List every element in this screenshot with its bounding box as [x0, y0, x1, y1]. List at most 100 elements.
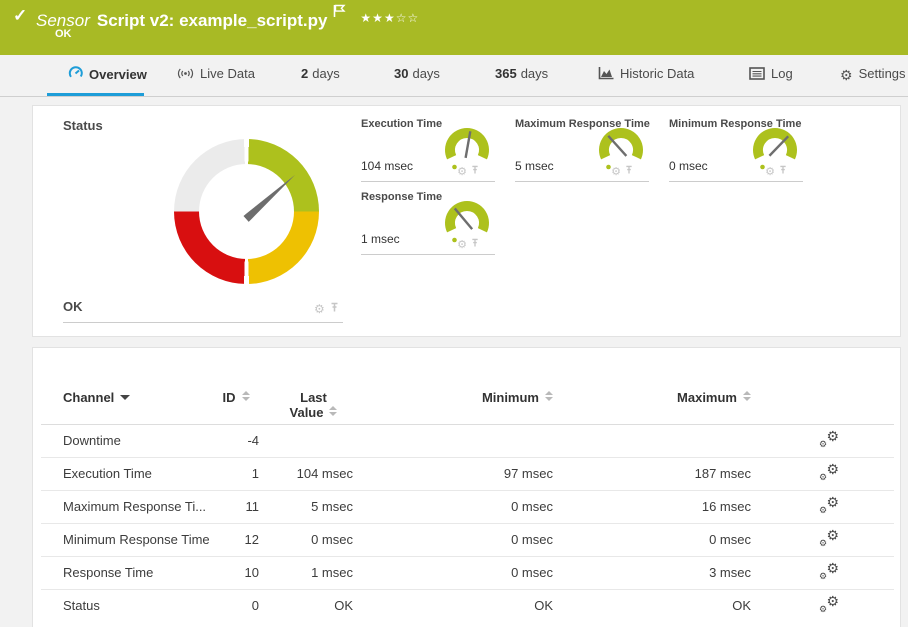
channel-maximum: 3 msec: [566, 556, 764, 589]
panel-pin-icon[interactable]: [471, 165, 479, 178]
sensor-header: ✓ SensorScript v2: example_script.py★★★☆…: [0, 0, 908, 55]
column-maximum[interactable]: Maximum: [566, 372, 764, 424]
tab-historic-data-label: Historic Data: [620, 66, 694, 81]
table-header-row: Channel ID LastValue Minimum Maximum: [41, 372, 894, 424]
channel-id: 12: [211, 523, 261, 556]
channel-name[interactable]: Response Time: [41, 556, 211, 589]
channel-settings-icon[interactable]: ⚙⚙: [819, 496, 839, 514]
column-last-value[interactable]: LastValue: [261, 372, 366, 424]
channel-settings-icon[interactable]: ⚙⚙: [819, 595, 839, 613]
channel-id: 0: [211, 589, 261, 622]
gauge-maximum-response-time: Maximum Response Time 5 msec ⚙: [515, 118, 649, 182]
channel-last-value: OK: [261, 589, 366, 622]
status-value: OK: [63, 299, 83, 314]
panel-gear-icon[interactable]: ⚙: [611, 166, 621, 178]
channel-minimum: 0 msec: [366, 523, 566, 556]
channel-minimum: 0 msec: [366, 556, 566, 589]
panel-pin-icon[interactable]: [330, 302, 339, 316]
tab-log-label: Log: [771, 66, 793, 81]
panel-pin-icon[interactable]: [625, 165, 633, 178]
channel-settings-icon[interactable]: ⚙⚙: [819, 430, 839, 448]
channel-name[interactable]: Status: [41, 589, 211, 622]
log-list-icon: [749, 67, 765, 83]
tab-historic-data[interactable]: Historic Data: [598, 66, 694, 83]
status-check-icon: ✓: [13, 6, 27, 26]
panel-gear-icon[interactable]: ⚙: [314, 302, 325, 316]
channel-last-value: [261, 424, 366, 457]
status-panel-controls: ⚙: [314, 302, 339, 316]
historic-chart-icon: [598, 66, 614, 83]
panel-gear-icon[interactable]: ⚙: [457, 239, 467, 251]
tab-2-days-number: 2: [301, 66, 308, 81]
column-minimum[interactable]: Minimum: [366, 372, 566, 424]
channel-id: 11: [211, 490, 261, 523]
live-signal-icon: [177, 67, 194, 83]
status-panel: Status OK ⚙ Execution Time 104 msec ⚙ Ma…: [32, 105, 901, 337]
column-channel[interactable]: Channel: [41, 372, 211, 424]
channel-name[interactable]: Maximum Response Ti...: [41, 490, 211, 523]
gauge-controls: ⚙: [457, 238, 479, 251]
channel-maximum: OK: [566, 589, 764, 622]
channel-maximum: 0 msec: [566, 523, 764, 556]
tab-2-days[interactable]: 2days: [301, 66, 340, 81]
sensor-status-text: OK: [55, 28, 72, 40]
sensor-title: Script v2: example_script.py: [97, 11, 328, 30]
channel-settings-icon[interactable]: ⚙⚙: [819, 529, 839, 547]
channel-id: 10: [211, 556, 261, 589]
panel-gear-icon[interactable]: ⚙: [457, 166, 467, 178]
column-actions: [764, 372, 894, 424]
tab-live-data-label: Live Data: [200, 66, 255, 81]
channel-last-value: 5 msec: [261, 490, 366, 523]
panel-pin-icon[interactable]: [779, 165, 787, 178]
channel-name[interactable]: Execution Time: [41, 457, 211, 490]
tab-30-days[interactable]: 30days: [394, 66, 440, 81]
panel-gear-icon[interactable]: ⚙: [765, 166, 775, 178]
channel-settings-icon[interactable]: ⚙⚙: [819, 562, 839, 580]
column-value-label: Value: [290, 405, 324, 420]
channel-maximum: 16 msec: [566, 490, 764, 523]
tab-settings-label: Settings: [859, 66, 906, 81]
gauge-controls: ⚙: [457, 165, 479, 178]
column-maximum-label: Maximum: [677, 390, 737, 405]
panel-pin-icon[interactable]: [471, 238, 479, 251]
channel-minimum: 97 msec: [366, 457, 566, 490]
channel-last-value: 0 msec: [261, 523, 366, 556]
tab-365-days-label: days: [521, 66, 548, 81]
column-id-label: ID: [223, 390, 236, 405]
tab-overview[interactable]: Overview: [68, 66, 147, 84]
sort-icon: [242, 391, 250, 401]
channels-panel: Channel ID LastValue Minimum Maximum Dow…: [32, 347, 901, 627]
tab-settings[interactable]: ⚙Settings: [840, 66, 906, 84]
channel-minimum: [366, 424, 566, 457]
gauge-value: 0 msec: [669, 159, 708, 173]
channel-name[interactable]: Minimum Response Time: [41, 523, 211, 556]
tab-365-days[interactable]: 365 days: [495, 66, 548, 81]
table-row: Response Time 10 1 msec 0 msec 3 msec ⚙⚙: [41, 556, 894, 589]
gauge-controls: ⚙: [765, 165, 787, 178]
gauge-icon: [68, 66, 83, 84]
tab-30-days-label: days: [412, 66, 439, 81]
channel-id: -4: [211, 424, 261, 457]
gauge-value: 104 msec: [361, 159, 413, 173]
channel-minimum: 0 msec: [366, 490, 566, 523]
channel-last-value: 104 msec: [261, 457, 366, 490]
table-row: Maximum Response Ti... 11 5 msec 0 msec …: [41, 490, 894, 523]
channel-name[interactable]: Downtime: [41, 424, 211, 457]
tab-365-days-number: 365: [495, 66, 517, 81]
flag-icon[interactable]: [333, 4, 346, 23]
table-row: Status 0 OK OK OK ⚙⚙: [41, 589, 894, 622]
sensor-page: ✓ SensorScript v2: example_script.py★★★☆…: [0, 0, 908, 627]
status-panel-title: Status: [63, 118, 103, 133]
priority-stars[interactable]: ★★★☆☆: [360, 11, 419, 25]
sort-desc-icon: [120, 395, 130, 400]
column-channel-label: Channel: [63, 390, 114, 405]
channel-settings-icon[interactable]: ⚙⚙: [819, 463, 839, 481]
tab-log[interactable]: Log: [749, 66, 793, 83]
stars-empty: ☆☆: [396, 11, 420, 25]
column-id[interactable]: ID: [211, 372, 261, 424]
sort-icon: [545, 391, 553, 401]
channel-maximum: [566, 424, 764, 457]
status-divider: [63, 322, 343, 323]
gauge-value: 5 msec: [515, 159, 554, 173]
tab-live-data[interactable]: Live Data: [177, 66, 255, 83]
